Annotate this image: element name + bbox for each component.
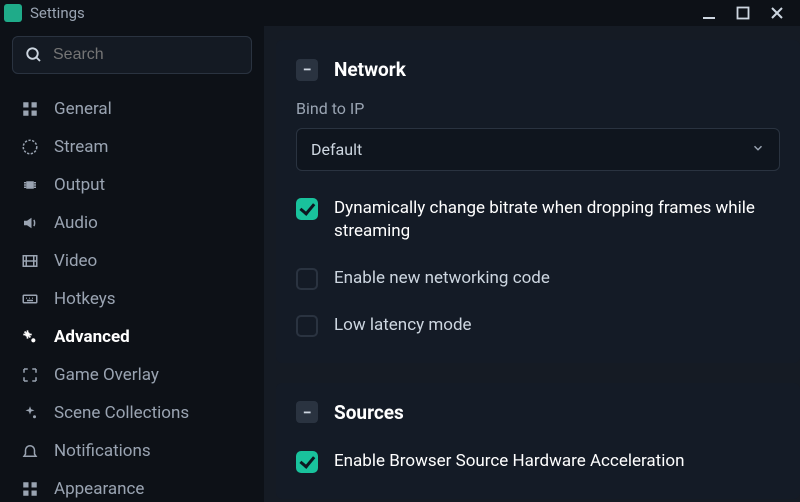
section-title: Network xyxy=(334,58,406,81)
nav: General Stream Output Audio Video Hotkey… xyxy=(12,90,252,502)
sidebar-item-label: Appearance xyxy=(54,479,144,499)
select-value: Default xyxy=(311,140,362,159)
keyboard-icon xyxy=(20,289,40,309)
option-browser-hw-accel[interactable]: Enable Browser Source Hardware Accelerat… xyxy=(296,442,780,481)
collapse-toggle[interactable]: − xyxy=(296,59,318,81)
checkbox-label: Enable Browser Source Hardware Accelerat… xyxy=(334,450,684,473)
option-low-latency[interactable]: Low latency mode xyxy=(296,306,780,345)
checkbox[interactable] xyxy=(296,268,318,290)
sidebar-item-label: Notifications xyxy=(54,441,151,461)
sidebar-item-output[interactable]: Output xyxy=(12,166,252,204)
sidebar-item-notifications[interactable]: Notifications xyxy=(12,432,252,470)
speaker-icon xyxy=(20,213,40,233)
sidebar-item-label: Audio xyxy=(54,213,98,233)
sparkle-icon xyxy=(20,403,40,423)
sidebar-item-label: Hotkeys xyxy=(54,289,116,309)
sidebar-item-audio[interactable]: Audio xyxy=(12,204,252,242)
minimize-button[interactable] xyxy=(702,6,716,20)
bind-to-ip-select[interactable]: Default xyxy=(296,128,780,171)
globe-icon xyxy=(20,137,40,157)
sidebar-item-label: General xyxy=(54,99,112,119)
sidebar-item-label: Advanced xyxy=(54,327,130,347)
sidebar-item-game-overlay[interactable]: Game Overlay xyxy=(12,356,252,394)
film-icon xyxy=(20,251,40,271)
sources-section: − Sources Enable Browser Source Hardware… xyxy=(276,383,800,499)
sidebar-item-label: Scene Collections xyxy=(54,403,189,423)
checkbox[interactable] xyxy=(296,451,318,473)
sidebar-item-label: Video xyxy=(54,251,97,271)
expand-icon xyxy=(20,365,40,385)
sidebar-item-label: Output xyxy=(54,175,105,195)
checkbox[interactable] xyxy=(296,315,318,337)
titlebar: Settings xyxy=(0,0,800,26)
sidebar-item-label: Stream xyxy=(54,137,108,157)
sidebar-item-scene-collections[interactable]: Scene Collections xyxy=(12,394,252,432)
checkbox[interactable] xyxy=(296,198,318,220)
sidebar-item-label: Game Overlay xyxy=(54,365,159,385)
grid-icon xyxy=(20,99,40,119)
checkbox-label: Dynamically change bitrate when dropping… xyxy=(334,197,780,243)
window-title: Settings xyxy=(30,4,702,22)
chevron-down-icon xyxy=(751,140,765,159)
sidebar-item-advanced[interactable]: Advanced xyxy=(12,318,252,356)
main-panel: − Network Bind to IP Default Dynamically… xyxy=(264,26,800,502)
search-box[interactable] xyxy=(12,36,252,74)
search-input[interactable] xyxy=(53,46,239,64)
network-section: − Network Bind to IP Default Dynamically… xyxy=(276,40,800,363)
option-dynamic-bitrate[interactable]: Dynamically change bitrate when dropping… xyxy=(296,189,780,251)
chip-icon xyxy=(20,175,40,195)
sidebar-item-stream[interactable]: Stream xyxy=(12,128,252,166)
app-icon xyxy=(4,4,22,22)
close-button[interactable] xyxy=(770,6,784,20)
option-new-networking[interactable]: Enable new networking code xyxy=(296,259,780,298)
checkbox-label: Enable new networking code xyxy=(334,267,550,290)
bind-to-ip-label: Bind to IP xyxy=(296,99,780,118)
sidebar-item-general[interactable]: General xyxy=(12,90,252,128)
collapse-toggle[interactable]: − xyxy=(296,401,318,423)
section-title: Sources xyxy=(334,401,404,424)
maximize-button[interactable] xyxy=(736,6,750,20)
sidebar-item-hotkeys[interactable]: Hotkeys xyxy=(12,280,252,318)
gears-icon xyxy=(20,327,40,347)
grid-icon xyxy=(20,479,40,499)
sidebar-item-video[interactable]: Video xyxy=(12,242,252,280)
bell-icon xyxy=(20,441,40,461)
search-icon xyxy=(25,46,43,64)
sidebar: General Stream Output Audio Video Hotkey… xyxy=(0,26,264,502)
sidebar-item-appearance[interactable]: Appearance xyxy=(12,470,252,502)
checkbox-label: Low latency mode xyxy=(334,314,472,337)
